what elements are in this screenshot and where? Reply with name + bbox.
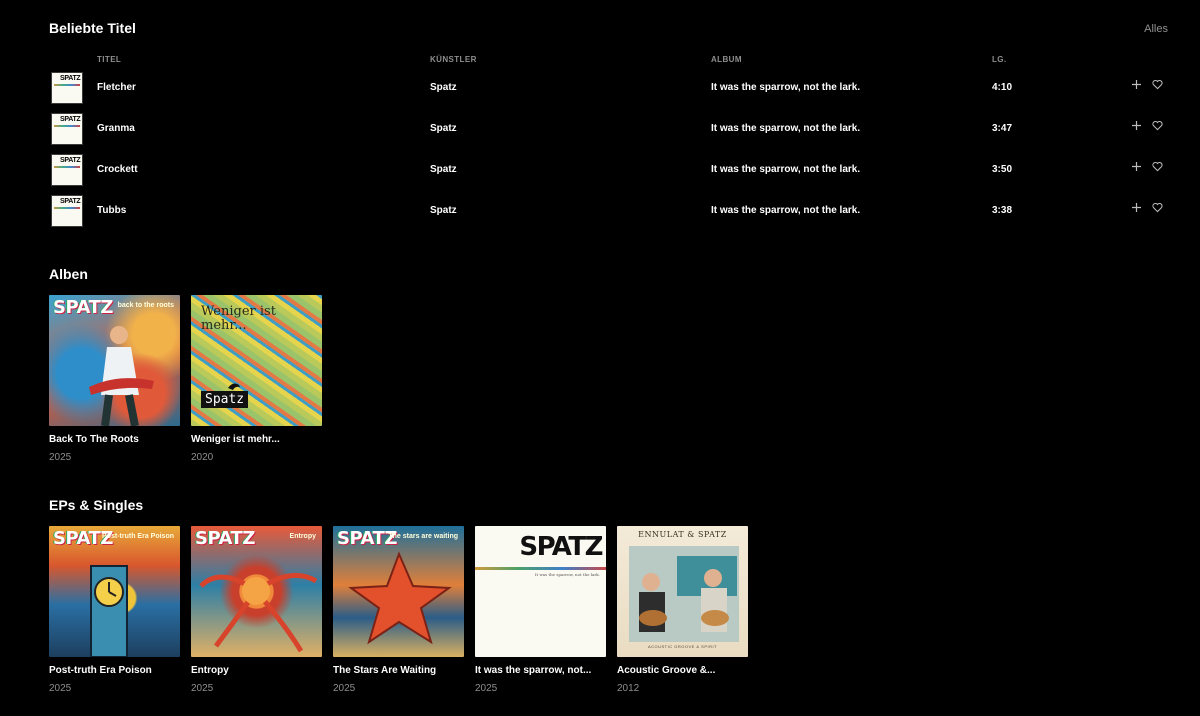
album-artwork[interactable]: SPATZ back to the roots [49, 295, 180, 426]
album-title[interactable]: Back To The Roots [49, 434, 180, 445]
cover-stripe [54, 207, 80, 209]
single-title[interactable]: The Stars Are Waiting [333, 665, 464, 676]
track-row[interactable]: SPATZ Tubbs Spatz It was the sparrow, no… [0, 194, 1200, 232]
single-year: 2025 [333, 683, 356, 694]
single-title[interactable]: Post-truth Era Poison [49, 665, 180, 676]
plus-icon[interactable] [1129, 202, 1143, 216]
single-year: 2025 [475, 683, 498, 694]
track-cover: SPATZ [51, 113, 83, 145]
single-art-subtitle: ACOUSTIC GROOVE & SPIRIT [647, 644, 718, 649]
heart-icon[interactable] [1150, 120, 1164, 134]
track-title[interactable]: Tubbs [97, 205, 126, 216]
cover-logo: SPATZ [60, 116, 81, 123]
cover-logo: SPATZ [60, 157, 81, 164]
track-length: 3:38 [992, 205, 1013, 216]
single-art-subtitle: Entropy [289, 533, 316, 540]
track-title[interactable]: Granma [97, 123, 135, 134]
plus-icon[interactable] [1129, 79, 1143, 93]
track-length: 3:47 [992, 123, 1013, 134]
column-header-artist: KÜNSTLER [430, 55, 477, 64]
single-art-subtitle: The stars are waiting [388, 533, 458, 540]
track-artist[interactable]: Spatz [430, 82, 457, 93]
popular-section-title: Beliebte Titel [49, 20, 136, 36]
album-year: 2025 [49, 452, 72, 463]
track-album[interactable]: It was the sparrow, not the lark. [711, 123, 860, 134]
track-row[interactable]: SPATZ Fletcher Spatz It was the sparrow,… [0, 71, 1200, 109]
cover-stripe [54, 84, 80, 86]
single-artwork[interactable]: SPATZ The stars are waiting [333, 526, 464, 657]
singles-section-title: EPs & Singles [49, 497, 144, 513]
single-title[interactable]: It was the sparrow, not... [475, 665, 606, 676]
track-album[interactable]: It was the sparrow, not the lark. [711, 164, 860, 175]
track-artist[interactable]: Spatz [430, 123, 457, 134]
track-title[interactable]: Crockett [97, 164, 138, 175]
see-all-link[interactable]: Alles [1144, 23, 1168, 35]
heart-icon[interactable] [1150, 202, 1164, 216]
single-card[interactable]: SPATZ Entropy Entropy 2025 [191, 526, 322, 694]
single-artwork[interactable]: SPATZ Post-truth Era Poison [49, 526, 180, 657]
single-art-logo: SPATZ [519, 532, 603, 562]
plus-icon[interactable] [1129, 161, 1143, 175]
album-art-logo: SPATZ [53, 297, 113, 318]
album-card[interactable]: Weniger ist mehr... Spatz Weniger ist me… [191, 295, 322, 463]
single-artwork[interactable]: ENNULAT & SPATZ ACOUSTIC GROOVE & SPIRIT [617, 526, 748, 657]
single-year: 2025 [49, 683, 72, 694]
single-art-logo: SPATZ [195, 528, 255, 549]
album-art-text: Weniger ist mehr... [201, 304, 276, 333]
album-artwork[interactable]: Weniger ist mehr... Spatz [191, 295, 322, 426]
single-year: 2012 [617, 683, 640, 694]
track-length: 4:10 [992, 82, 1013, 93]
sparrow-icon [228, 383, 240, 390]
cover-logo: SPATZ [60, 75, 81, 82]
track-cover: SPATZ [51, 195, 83, 227]
cover-stripe [54, 125, 80, 127]
album-year: 2020 [191, 452, 214, 463]
album-card[interactable]: SPATZ back to the roots Back To The Root… [49, 295, 180, 463]
plus-icon[interactable] [1129, 120, 1143, 134]
heart-icon[interactable] [1150, 161, 1164, 175]
track-cover: SPATZ [51, 154, 83, 186]
single-art-stripe [475, 567, 606, 570]
album-art-subtitle: back to the roots [117, 302, 174, 309]
single-art-subtitle: It was the sparrow, not the lark. [534, 572, 600, 577]
track-row[interactable]: SPATZ Granma Spatz It was the sparrow, n… [0, 112, 1200, 150]
musicians-photo [629, 546, 739, 642]
single-card[interactable]: SPATZ It was the sparrow, not the lark. … [475, 526, 606, 694]
single-title[interactable]: Acoustic Groove &... [617, 665, 748, 676]
single-artwork[interactable]: SPATZ Entropy [191, 526, 322, 657]
track-artist[interactable]: Spatz [430, 205, 457, 216]
track-length: 3:50 [992, 164, 1013, 175]
track-album[interactable]: It was the sparrow, not the lark. [711, 82, 860, 93]
single-card[interactable]: SPATZ Post-truth Era Poison Post-truth E… [49, 526, 180, 694]
albums-section-title: Alben [49, 266, 88, 282]
album-art-logo: Spatz [201, 391, 249, 408]
single-year: 2025 [191, 683, 214, 694]
heart-icon[interactable] [1150, 79, 1164, 93]
single-art-subtitle: Post-truth Era Poison [102, 533, 174, 540]
cover-stripe [54, 166, 80, 168]
track-title[interactable]: Fletcher [97, 82, 136, 93]
single-artwork[interactable]: SPATZ It was the sparrow, not the lark. [475, 526, 606, 657]
single-card[interactable]: ENNULAT & SPATZ ACOUSTIC GROOVE & SPIRIT… [617, 526, 748, 694]
single-title[interactable]: Entropy [191, 665, 322, 676]
column-header-album: ALBUM [711, 55, 742, 64]
track-row[interactable]: SPATZ Crockett Spatz It was the sparrow,… [0, 153, 1200, 191]
track-artist[interactable]: Spatz [430, 164, 457, 175]
single-card[interactable]: SPATZ The stars are waiting The Stars Ar… [333, 526, 464, 694]
track-album[interactable]: It was the sparrow, not the lark. [711, 205, 860, 216]
column-header-length: LG. [992, 55, 1007, 64]
cover-logo: SPATZ [60, 198, 81, 205]
album-title[interactable]: Weniger ist mehr... [191, 434, 322, 445]
track-cover: SPATZ [51, 72, 83, 104]
column-header-title: TITEL [97, 55, 122, 64]
